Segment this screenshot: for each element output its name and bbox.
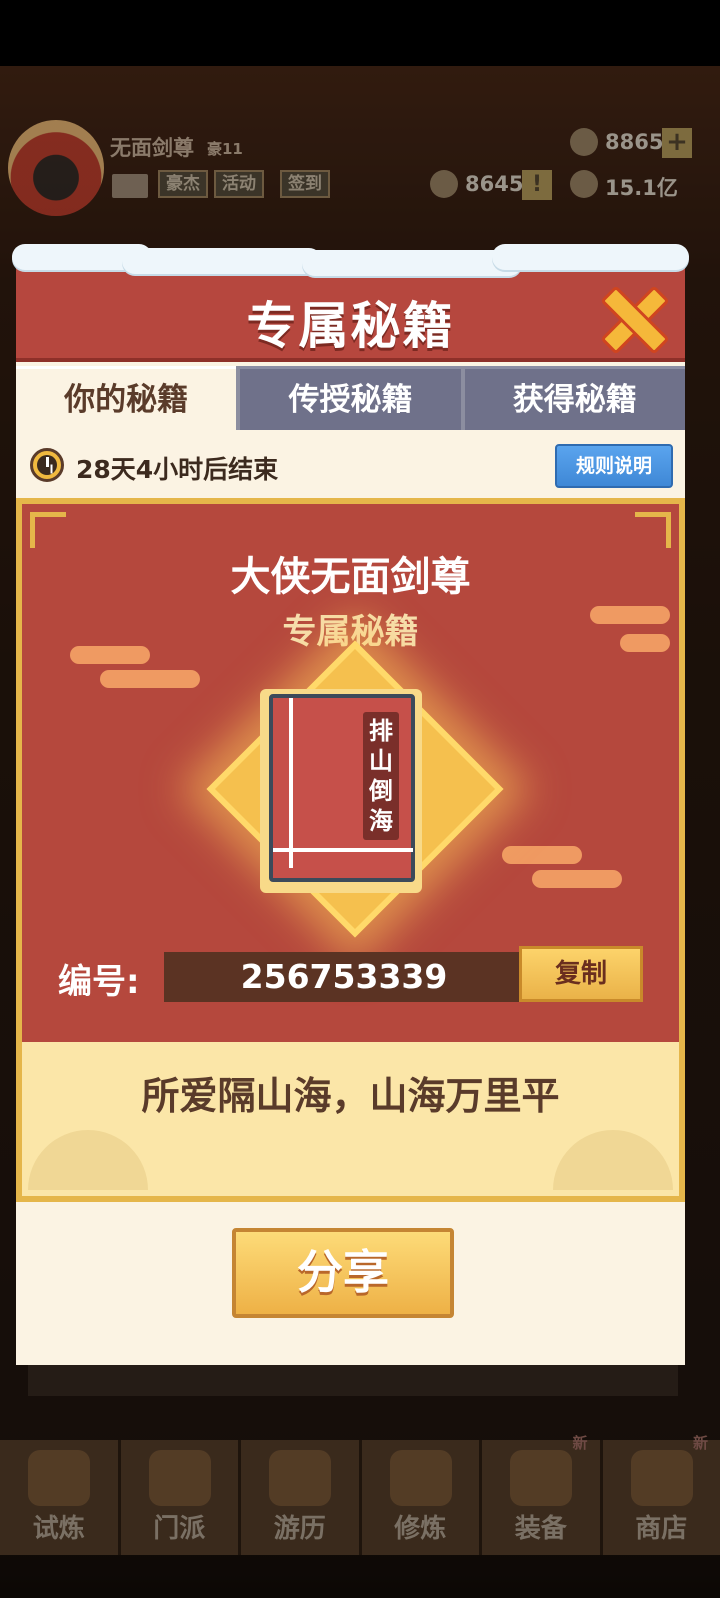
chip-checkin: 签到	[280, 170, 330, 198]
exclusive-manual-dialog: 专属秘籍 你的秘籍 传授秘籍 获得秘籍 28天4小时后结束 规则说明 大侠无面剑…	[12, 244, 689, 1365]
close-icon[interactable]	[600, 286, 662, 348]
new-badge: 新	[572, 1434, 588, 1452]
dialog-title: 专属秘籍	[246, 297, 455, 355]
cloud-decoration	[502, 846, 582, 864]
player-name: 无面剑尊	[110, 136, 194, 160]
corner-ornament	[635, 512, 671, 548]
nav-trial: 试炼	[0, 1440, 121, 1555]
timer-text: 28天4小时后结束	[76, 455, 279, 484]
nav-label: 试炼	[32, 1514, 85, 1544]
gold-value: 15.1亿	[605, 176, 678, 200]
nav-cultivate: 修炼	[361, 1440, 482, 1555]
code-label: 编号:	[58, 962, 140, 1002]
travel-icon	[269, 1450, 331, 1506]
power-icon	[430, 170, 458, 198]
chip-heroes: 豪杰	[158, 170, 208, 198]
nav-equipment: 新装备	[482, 1434, 603, 1555]
nav-shop: 新商店	[602, 1434, 720, 1555]
nav-travel: 游历	[241, 1440, 362, 1555]
book-spine	[289, 698, 293, 868]
book-spine	[273, 848, 413, 852]
dialog-header: 专属秘籍	[16, 264, 685, 362]
share-button[interactable]: 分享	[232, 1228, 454, 1318]
alert-icon: !	[522, 170, 552, 200]
bottom-nav: 试炼 门派 游历 修炼 新装备 新商店	[0, 1434, 720, 1555]
player-rank: 豪11	[207, 140, 243, 158]
code-row: 编号: 256753339 复制	[22, 946, 691, 1006]
cloud-decoration	[100, 670, 200, 688]
nav-label: 门派	[153, 1514, 206, 1544]
player-avatar	[8, 120, 104, 216]
tab-bar: 你的秘籍 传授秘籍 获得秘籍	[16, 366, 685, 430]
power-value: 8645	[465, 172, 524, 196]
trial-icon	[28, 1450, 90, 1506]
coin-icon	[570, 170, 598, 198]
tab-teach-manual[interactable]: 传授秘籍	[240, 366, 461, 430]
book-name: 排山倒海	[363, 712, 399, 840]
add-gems-button: +	[662, 128, 692, 158]
corner-ornament	[30, 512, 66, 548]
chip-events: 活动	[214, 170, 264, 198]
shop-icon	[630, 1450, 693, 1506]
code-field: 256753339	[164, 952, 524, 1002]
scroll-icon	[389, 1450, 452, 1506]
poem-panel: 所爱隔山海，山海万里平	[16, 1042, 685, 1202]
sect-icon	[148, 1450, 211, 1506]
new-badge: 新	[692, 1434, 708, 1452]
book-icon: 排山倒海	[269, 694, 415, 882]
gem-icon	[570, 128, 598, 156]
status-bar	[0, 0, 720, 66]
sword-icon	[510, 1450, 572, 1506]
cloud-decoration	[553, 1130, 673, 1190]
tab-your-manual[interactable]: 你的秘籍	[16, 366, 237, 430]
nav-label: 游历	[273, 1514, 326, 1544]
gems-value: 8865	[605, 130, 664, 154]
tab-received-manual[interactable]: 获得秘籍	[464, 366, 685, 430]
mail-icon	[112, 174, 148, 198]
copy-button[interactable]: 复制	[519, 946, 643, 1002]
clock-icon	[30, 448, 64, 482]
dialog-shadow	[28, 1360, 678, 1396]
panel-title: 大侠无面剑尊	[230, 554, 471, 600]
nav-label: 装备	[514, 1514, 567, 1544]
nav-label: 修炼	[394, 1514, 447, 1544]
cloud-decoration	[28, 1130, 148, 1190]
poem-text: 所爱隔山海，山海万里平	[141, 1074, 560, 1118]
nav-sect: 门派	[120, 1440, 241, 1555]
cloud-decoration	[532, 870, 622, 888]
snow-decoration	[12, 244, 689, 276]
nav-label: 商店	[635, 1514, 688, 1544]
rules-button[interactable]: 规则说明	[555, 444, 673, 488]
manual-panel: 大侠无面剑尊 专属秘籍 排山倒海 编号: 256753339 复制	[16, 498, 685, 1042]
